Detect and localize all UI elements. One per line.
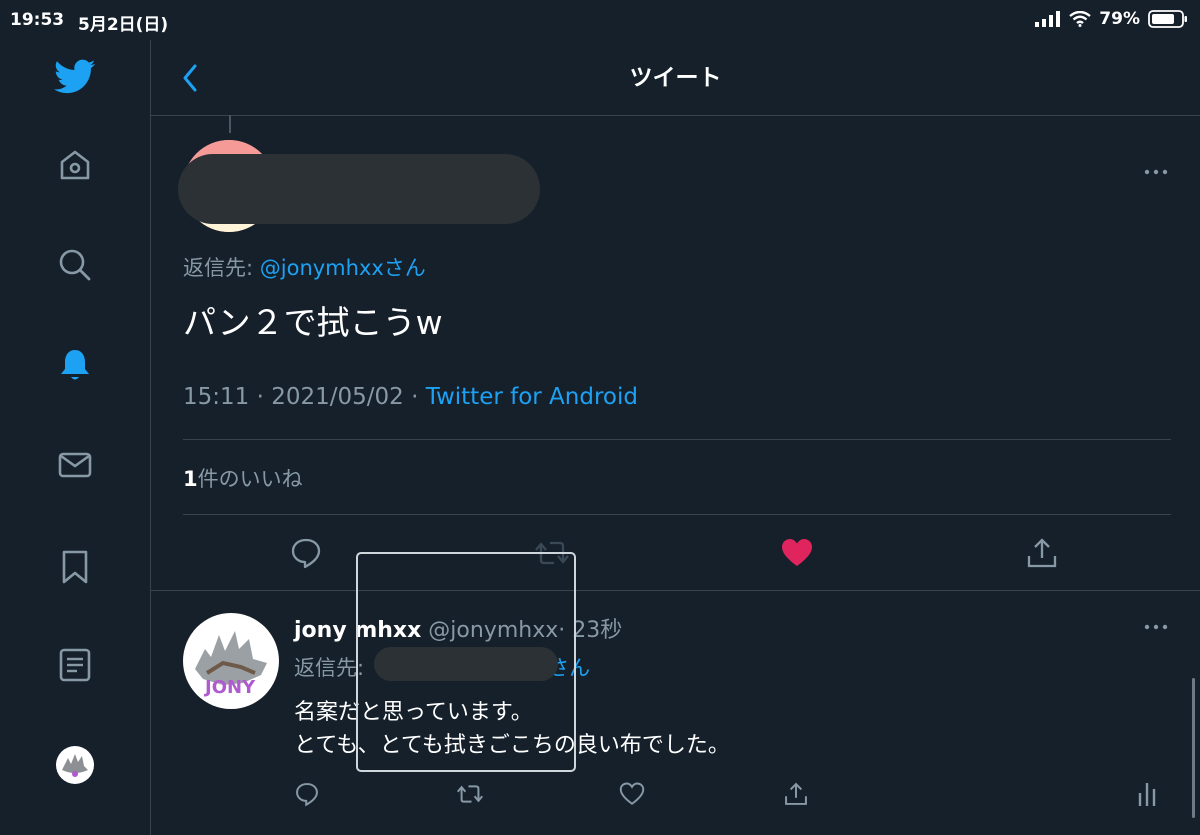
bookmarks-icon[interactable] bbox=[50, 542, 100, 592]
status-bar: 19:53 5月2日(日) 79% bbox=[0, 0, 1200, 40]
notifications-bell-icon[interactable] bbox=[50, 340, 100, 390]
header-bar: ツイート bbox=[151, 40, 1200, 116]
likes-count: 1 bbox=[183, 467, 198, 491]
reply-to-prefix: 返信先: bbox=[183, 256, 260, 280]
reply-to-prefix: 返信先: bbox=[294, 656, 365, 680]
tweet-source-link[interactable]: Twitter for Android bbox=[426, 384, 638, 410]
retweet-icon[interactable] bbox=[455, 779, 485, 809]
reply-to-handle[interactable]: @jonymhxxさん bbox=[260, 256, 426, 280]
divider bbox=[183, 514, 1171, 515]
tweet-timestamp: 15:11 · 2021/05/02 · bbox=[183, 384, 426, 410]
wifi-icon bbox=[1069, 11, 1092, 27]
home-icon[interactable] bbox=[50, 140, 100, 190]
lists-icon[interactable] bbox=[50, 640, 100, 690]
status-time: 19:53 bbox=[10, 10, 65, 30]
tweet-meta: 15:11 · 2021/05/02 · Twitter for Android bbox=[183, 384, 638, 410]
likes-label: 件のいいね bbox=[197, 467, 303, 491]
author-name-redaction bbox=[178, 154, 540, 224]
divider bbox=[151, 590, 1200, 591]
more-options-icon[interactable] bbox=[1141, 617, 1171, 637]
reply-icon[interactable] bbox=[292, 779, 322, 809]
scrollbar[interactable] bbox=[1192, 678, 1195, 818]
divider bbox=[183, 439, 1171, 440]
status-date: 5月2日(日) bbox=[78, 15, 169, 35]
share-icon[interactable] bbox=[781, 779, 811, 809]
status-indicators: 79% bbox=[1035, 9, 1188, 29]
avatar-text: JONY bbox=[203, 677, 256, 698]
likes-count-link[interactable]: 1件のいいね bbox=[183, 463, 303, 493]
search-icon[interactable] bbox=[50, 240, 100, 290]
sidebar-nav bbox=[0, 40, 151, 835]
thread-line bbox=[229, 115, 231, 133]
more-options-icon[interactable] bbox=[1141, 162, 1171, 182]
selection-box bbox=[356, 552, 576, 772]
battery-percent: 79% bbox=[1099, 9, 1140, 29]
signal-icon bbox=[1035, 11, 1061, 27]
twitter-logo-icon[interactable] bbox=[50, 52, 100, 102]
battery-icon bbox=[1148, 9, 1188, 29]
reply-author-avatar[interactable]: JONY bbox=[183, 613, 279, 709]
analytics-icon[interactable] bbox=[1132, 779, 1162, 809]
reply-to-label: 返信先: @jonymhxxさん bbox=[183, 252, 426, 282]
share-icon[interactable] bbox=[1022, 533, 1062, 573]
tweet-text: パン２で拭こうw bbox=[183, 303, 443, 342]
reply-icon[interactable] bbox=[286, 533, 326, 573]
like-heart-icon[interactable] bbox=[777, 533, 817, 573]
like-heart-icon[interactable] bbox=[617, 779, 647, 809]
page-title: ツイート bbox=[629, 65, 722, 91]
profile-avatar[interactable] bbox=[50, 740, 100, 790]
messages-envelope-icon[interactable] bbox=[50, 440, 100, 490]
